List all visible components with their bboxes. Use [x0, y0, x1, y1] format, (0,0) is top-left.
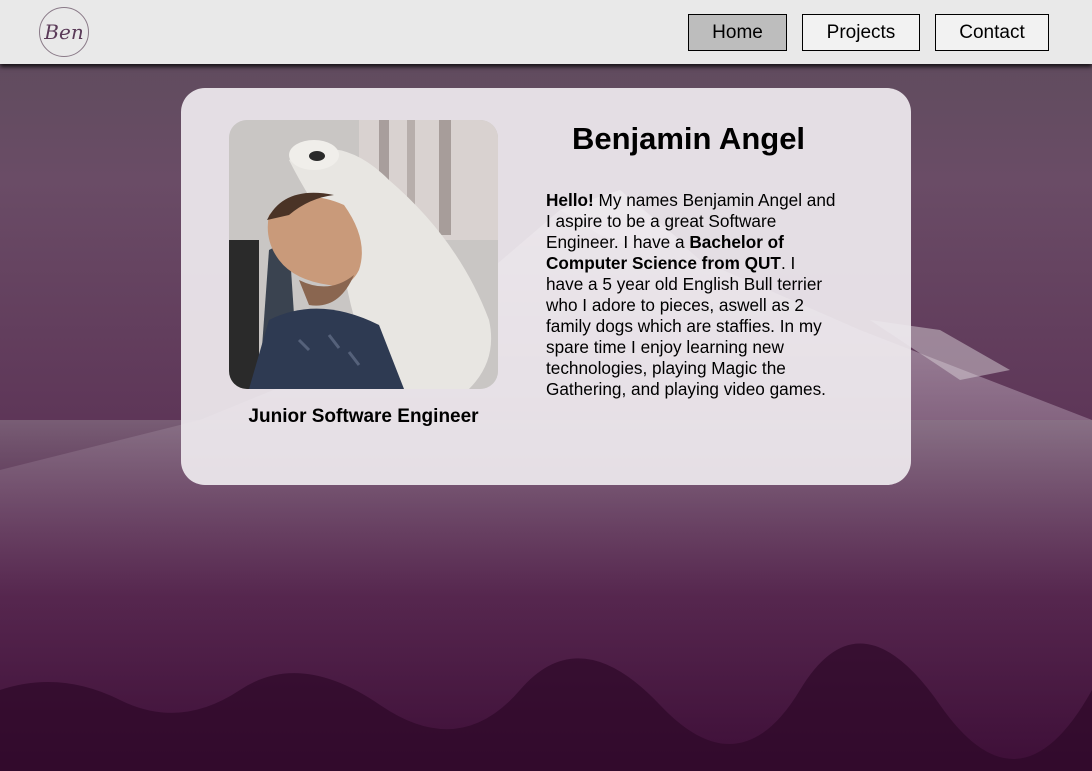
logo-icon[interactable]: Ben [39, 7, 89, 57]
bio-paragraph: Hello! My names Benjamin Angel and I asp… [546, 190, 836, 400]
profile-card: Junior Software Engineer Benjamin Angel … [181, 88, 911, 485]
profile-photo [229, 120, 498, 389]
bio-greeting: Hello! [546, 190, 594, 210]
nav-projects-button[interactable]: Projects [802, 14, 920, 51]
nav-home-button[interactable]: Home [688, 14, 787, 51]
bio-text-2: . I have a 5 year old English Bull terri… [546, 253, 826, 399]
top-navbar: Ben Home Projects Contact [0, 0, 1092, 64]
job-title: Junior Software Engineer [248, 406, 479, 427]
nav-contact-button[interactable]: Contact [935, 14, 1049, 51]
profile-name: Benjamin Angel [571, 121, 806, 156]
